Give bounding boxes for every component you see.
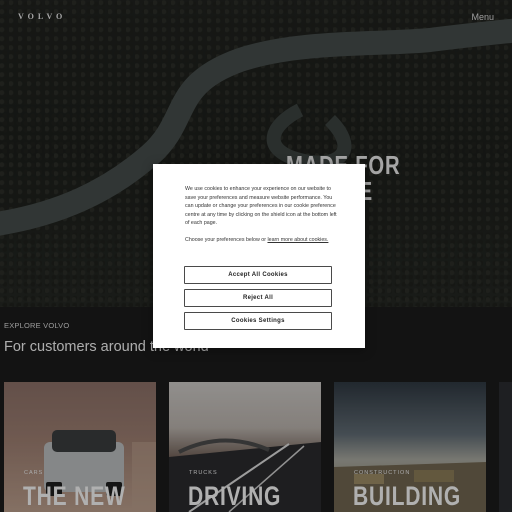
- cookie-consent-dialog: We use cookies to enhance your experienc…: [153, 164, 365, 348]
- cookies-settings-button[interactable]: Cookies Settings: [184, 312, 332, 330]
- cookie-choose-text: Choose your preferences below or learn m…: [185, 236, 337, 245]
- choose-preferences-text: Choose your preferences below or: [185, 237, 266, 243]
- reject-all-button[interactable]: Reject All: [184, 289, 332, 307]
- accept-all-cookies-button[interactable]: Accept All Cookies: [184, 266, 332, 284]
- cookie-description: We use cookies to enhance your experienc…: [185, 186, 337, 227]
- learn-more-link[interactable]: learn more about cookies.: [267, 237, 328, 243]
